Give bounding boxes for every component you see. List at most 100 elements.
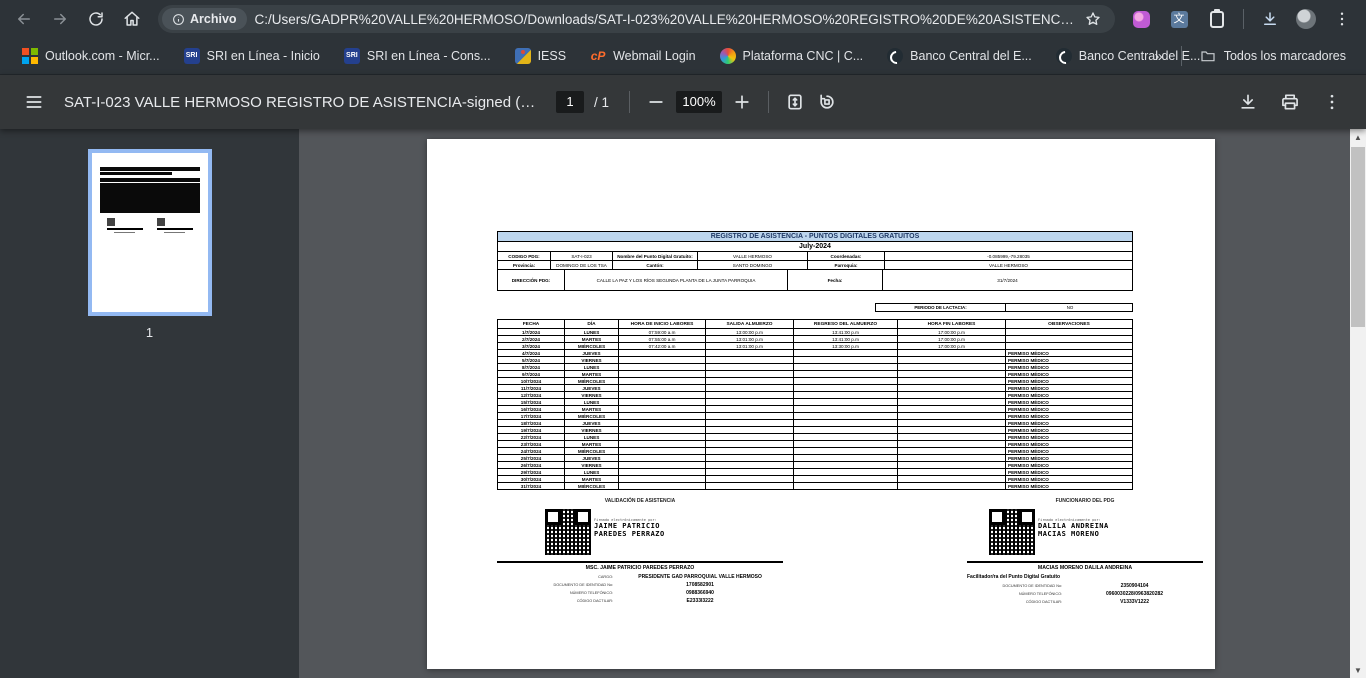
attendance-cell [794,455,898,461]
attendance-cell [619,455,706,461]
attendance-cell: 13:41:00 p.m [794,329,898,335]
signature-field-label: DOCUMENTO DE IDENTIDAD No: [497,583,617,587]
fit-to-page-button[interactable] [779,86,811,118]
attendance-cell [898,448,1006,454]
scrollbar-down-arrow[interactable]: ▼ [1350,662,1366,678]
attendance-row: 8/7/2024LUNESPERMISO MÉDICO [497,363,1133,371]
toolbar-divider [1243,9,1244,29]
validation-title: VALIDACIÓN DE ASISTENCIA [497,498,783,504]
attendance-row: 23/7/2024MARTESPERMISO MÉDICO [497,440,1133,448]
bookmark-star-button[interactable] [1081,7,1105,31]
doc-info-row-3: DIRECCIÓN PDG: CALLE LA PAZ Y LOS RÍOS S… [497,269,1133,291]
bookmark-item[interactable]: cPWebmail Login [580,44,705,68]
home-button[interactable] [116,3,148,35]
address-bar[interactable]: Archivo C:/Users/GADPR%20VALLE%20HERMOSO… [158,5,1115,33]
all-bookmarks-button[interactable]: Todos los marcadores [1192,44,1354,68]
file-scheme-chip[interactable]: Archivo [162,8,247,30]
translate-button[interactable]: 文 [1163,3,1195,35]
attendance-cell: MIÉRCOLES [565,378,619,384]
attendance-cell: MARTES [565,476,619,482]
attendance-cell [794,413,898,419]
bookmark-item[interactable]: IESS [505,44,577,68]
attendance-cell [1006,343,1132,349]
attendance-cell: PERMISO MÉDICO [1006,371,1132,377]
attendance-row: 12/7/2024VIERNESPERMISO MÉDICO [497,391,1133,399]
rotate-button[interactable] [811,86,843,118]
signed-name-right-2: MACIAS MORENO [1038,530,1109,538]
print-icon [1280,92,1300,112]
signed-name-left-1: JAIME PATRICIO [594,522,665,530]
forward-button[interactable] [44,3,76,35]
bookmark-item[interactable]: Banco Central del E... [877,44,1042,68]
scrollbar-up-arrow[interactable]: ▲ [1350,129,1366,145]
back-button[interactable] [8,3,40,35]
attendance-cell: 24/7/2024 [498,448,565,454]
bce-favicon [1056,48,1072,64]
attendance-cell [706,483,794,489]
page-thumbnail[interactable] [88,149,212,316]
page-number-input[interactable]: 1 [556,91,584,113]
pdf-print-button[interactable] [1274,86,1306,118]
zoom-in-button[interactable] [726,86,758,118]
attendance-cell: 10/7/2024 [498,378,565,384]
attendance-cell [706,406,794,412]
attendance-cell [706,350,794,356]
canton-label: Cantón: [613,261,698,269]
attendance-row: 29/7/2024LUNESPERMISO MÉDICO [497,468,1133,476]
extension-pink-button[interactable] [1125,3,1157,35]
attendance-cell: PERMISO MÉDICO [1006,413,1132,419]
attendance-cell: PERMISO MÉDICO [1006,434,1132,440]
attendance-column-header: FECHA [498,320,565,328]
attendance-cell: 13:00:00 p.m [706,329,794,335]
attendance-cell [794,476,898,482]
pdf-download-button[interactable] [1232,86,1264,118]
attendance-cell [898,455,1006,461]
attendance-cell: VIERNES [565,427,619,433]
attendance-cell: PERMISO MÉDICO [1006,448,1132,454]
attendance-cell [794,462,898,468]
scrollbar-thumb[interactable] [1351,147,1365,327]
bookmark-item[interactable]: Outlook.com - Micr... [12,44,170,68]
extensions-button[interactable] [1201,3,1233,35]
attendance-column-header: DÍA [565,320,619,328]
attendance-cell: MARTES [565,371,619,377]
avatar [1296,9,1316,29]
sig-fields-right: DOCUMENTO DE IDENTIDAD No:2350904104NÚME… [967,582,1203,606]
downloads-button[interactable] [1254,3,1286,35]
kebab-menu-icon [1333,10,1351,28]
bookmark-label: Banco Central del E... [910,49,1032,63]
attendance-cell [898,357,1006,363]
reload-button[interactable] [80,3,112,35]
bookmark-item[interactable]: SRISRI en Línea - Inicio [174,44,330,68]
bookmark-item[interactable]: SRISRI en Línea - Cons... [334,44,501,68]
bookmarks-overflow-button[interactable]: » [1146,46,1170,67]
page-scrollbar[interactable]: ▲ ▼ [1350,129,1366,678]
attendance-cell [794,469,898,475]
microsoft-favicon [22,48,38,64]
page-total-label: / 1 [594,95,609,110]
attendance-cell [619,357,706,363]
attendance-cell: PERMISO MÉDICO [1006,469,1132,475]
attendance-cell [898,434,1006,440]
attendance-cell: PERMISO MÉDICO [1006,420,1132,426]
attendance-cell [619,378,706,384]
attendance-cell: PERMISO MÉDICO [1006,462,1132,468]
attendance-cell [898,406,1006,412]
attendance-row: 24/7/2024MIÉRCOLESPERMISO MÉDICO [497,447,1133,455]
pdf-more-button[interactable] [1316,86,1348,118]
browser-menu-button[interactable] [1326,3,1358,35]
bookmark-item[interactable]: Plataforma CNC | C... [710,44,874,68]
bce-favicon [887,48,903,64]
attendance-cell: 07:59:00 a.m [619,329,706,335]
attendance-column-header: HORA DE INICIO LABORES [619,320,706,328]
attendance-cell: PERMISO MÉDICO [1006,406,1132,412]
profile-avatar-button[interactable] [1290,3,1322,35]
zoom-level-input[interactable]: 100% [676,91,722,113]
codigo-pdg-label: CODIGO PDG: [498,252,551,260]
zoom-out-button[interactable] [640,86,672,118]
coordenadas-value: -0.085999,-79.28035 [885,252,1132,260]
attendance-cell: 16/7/2024 [498,406,565,412]
attendance-cell [898,427,1006,433]
signature-field-label: CÓDIGO DACTILAR: [967,600,1066,604]
pdf-menu-button[interactable] [18,86,50,118]
